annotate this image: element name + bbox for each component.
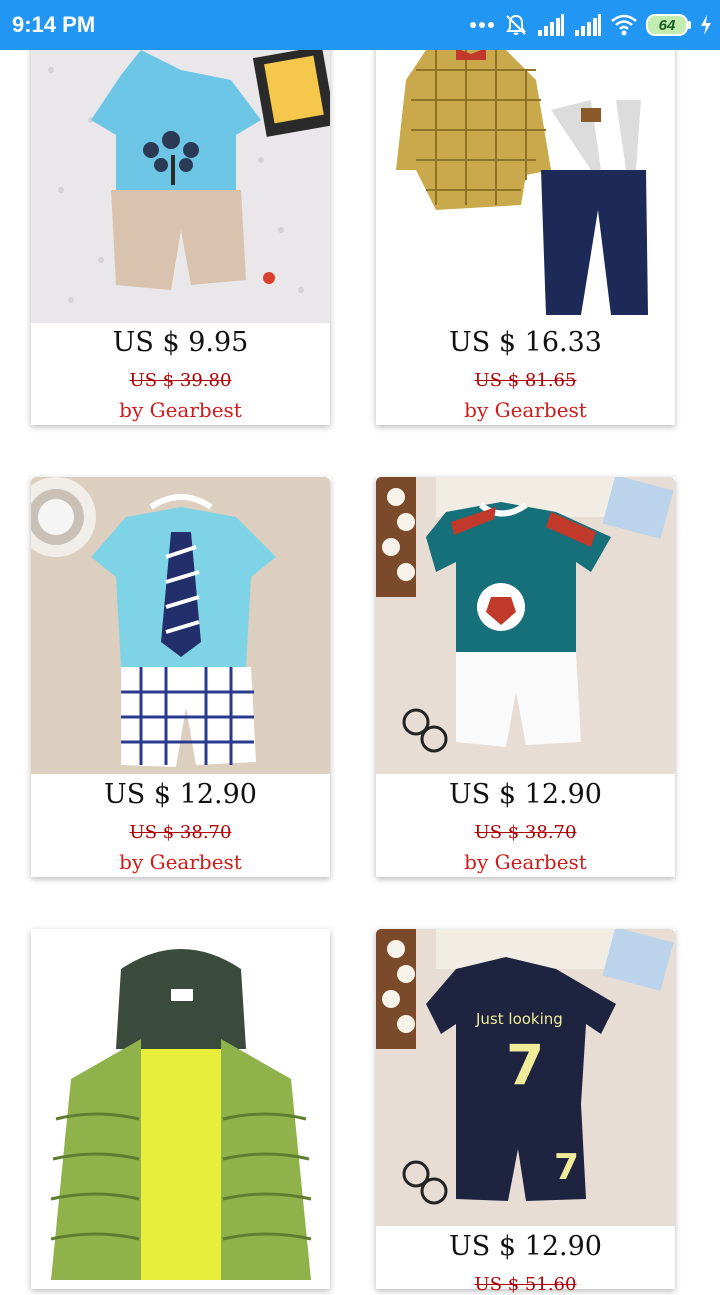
status-time: 9:14 PM (12, 12, 96, 37)
signal-icon (574, 14, 602, 36)
product-card[interactable]: US $ 9.95 US $ 39.80 by Gearbest (31, 40, 330, 425)
product-price: US $ 12.90 (449, 779, 602, 810)
alarm-off-icon (504, 13, 528, 37)
product-seller: by Gearbest (464, 398, 587, 422)
product-original-price: US $ 51.60 (474, 1274, 577, 1295)
shirt-print-text: Just looking (475, 1010, 563, 1028)
product-seller: by Gearbest (119, 850, 242, 874)
wifi-icon (611, 14, 637, 36)
more-dots-icon (469, 20, 495, 30)
battery-level: 64 (646, 14, 688, 36)
product-grid: US $ 9.95 US $ 39.80 by Gearbest US $ 16… (0, 0, 720, 1295)
product-image[interactable] (376, 477, 675, 774)
signal-icon (537, 14, 565, 36)
battery-icon: 64 (646, 14, 691, 36)
product-original-price: US $ 81.65 (474, 370, 577, 391)
product-price: US $ 9.95 (112, 327, 249, 358)
shirt-print-number: 7 (506, 1033, 544, 1097)
product-image[interactable] (31, 929, 330, 1280)
product-card[interactable]: US $ 12.90 US $ 38.70 by Gearbest (31, 477, 330, 877)
product-seller: by Gearbest (464, 850, 587, 874)
status-bar: 9:14 PM 64 (0, 0, 720, 50)
product-price: US $ 12.90 (104, 779, 257, 810)
product-original-price: US $ 38.70 (129, 822, 232, 843)
product-price: US $ 12.90 (449, 1231, 602, 1262)
product-card[interactable]: US $ 12.90 US $ 38.70 by Gearbest (376, 477, 675, 877)
product-image[interactable]: Just looking 7 7 (376, 929, 675, 1226)
product-image[interactable] (31, 477, 330, 774)
product-image[interactable] (31, 40, 330, 323)
product-image[interactable] (376, 40, 675, 323)
product-card[interactable]: Just looking 7 7 US $ 12.90 US $ 51.60 (376, 929, 675, 1295)
product-seller: by Gearbest (119, 398, 242, 422)
shorts-print-number: 7 (554, 1147, 579, 1188)
product-original-price: US $ 39.80 (129, 370, 232, 391)
product-card[interactable]: US $ 16.33 US $ 81.65 by Gearbest (376, 40, 675, 425)
status-icons: 64 (469, 10, 712, 40)
charging-icon (700, 15, 712, 35)
product-card[interactable] (31, 929, 330, 1289)
product-price: US $ 16.33 (449, 327, 602, 358)
product-original-price: US $ 38.70 (474, 822, 577, 843)
